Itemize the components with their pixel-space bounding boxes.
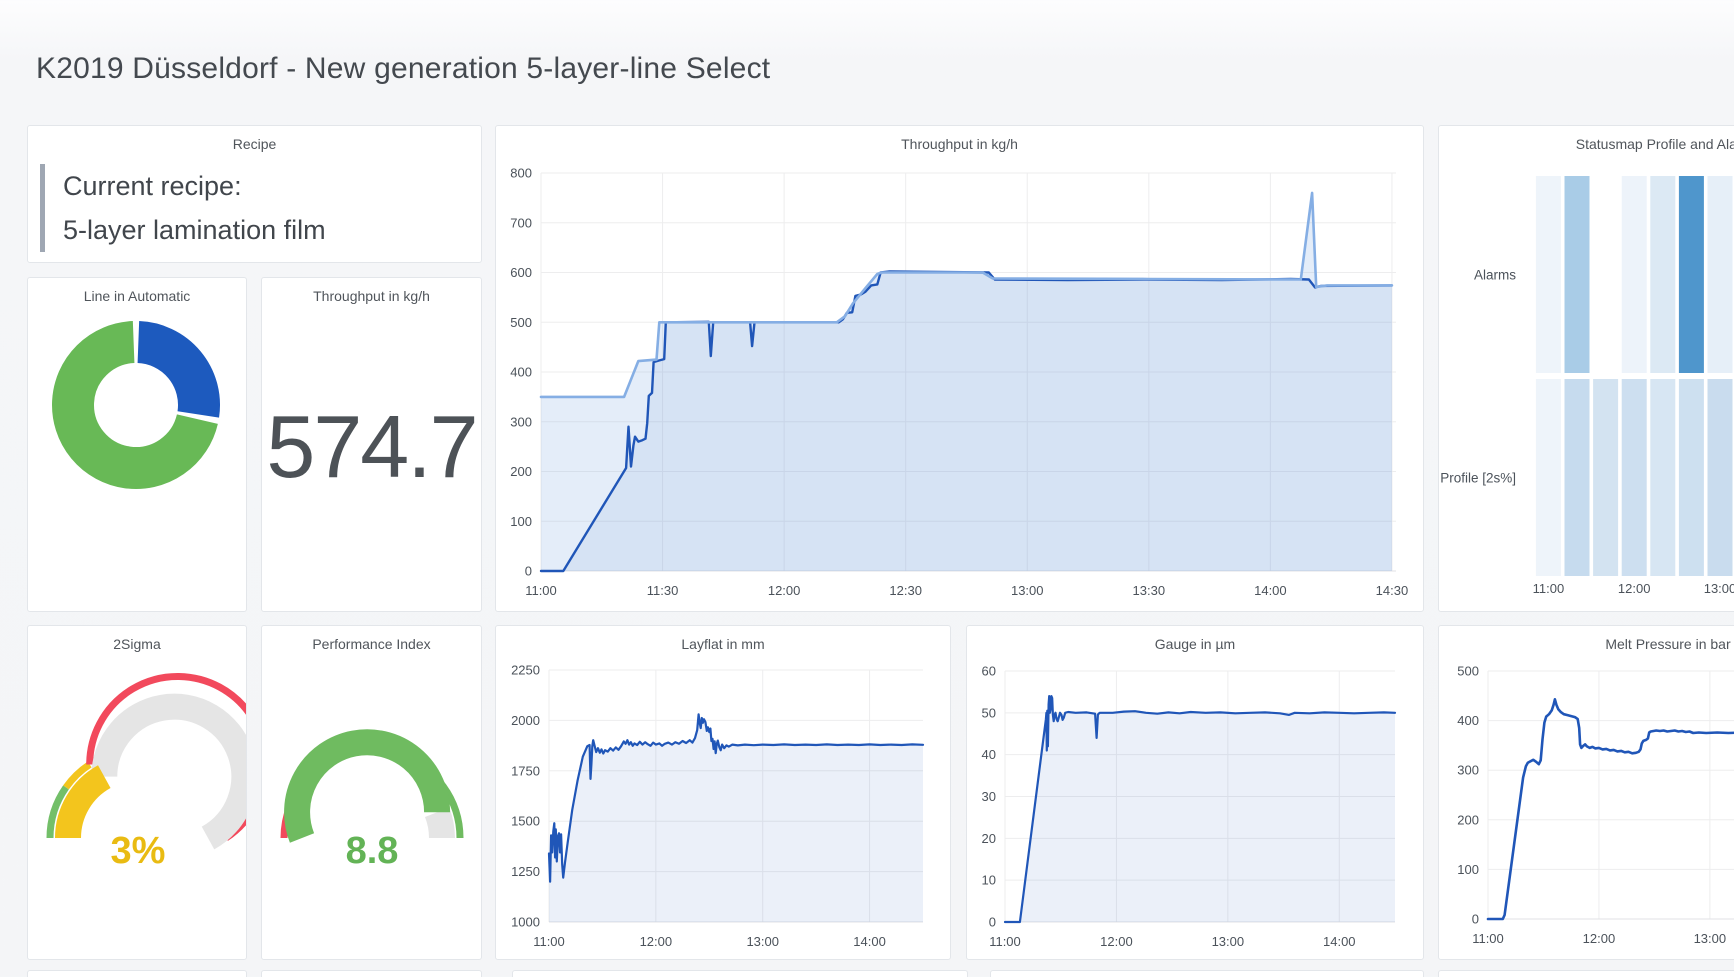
svg-text:2000: 2000 [511, 713, 540, 728]
panel-title-recipe[interactable]: Recipe [28, 136, 481, 152]
svg-text:200: 200 [1457, 812, 1479, 827]
recipe-line-2: 5-layer lamination film [63, 208, 326, 252]
line-in-automatic-donut-chart[interactable] [28, 278, 247, 612]
panel-line-in-automatic: Line in Automatic [27, 277, 247, 612]
gauge-um-timeseries-chart[interactable]: 0 10 20 30 40 50 60 11:00 12:00 13:00 14:00 [967, 626, 1424, 960]
panel-next-row-3 [512, 970, 968, 977]
svg-text:10: 10 [982, 873, 996, 888]
svg-text:11:00: 11:00 [525, 583, 557, 598]
svg-text:100: 100 [1457, 862, 1479, 877]
svg-text:500: 500 [1457, 664, 1479, 679]
svg-text:100: 100 [510, 514, 532, 529]
svg-text:13:00: 13:00 [1694, 931, 1727, 946]
svg-text:13:30: 13:30 [1133, 583, 1166, 598]
throughput-timeseries-chart[interactable]: 0 100 200 300 400 500 600 700 800 11:00 11:30 12:00… [496, 126, 1424, 612]
svg-text:Profile [2s%]: Profile [2s%] [1440, 471, 1516, 486]
svg-text:11:00: 11:00 [1472, 931, 1504, 946]
layflat-timeseries-chart[interactable]: 1000 1250 1500 1750 2000 2250 11:00 12:00 13:00 1… [496, 626, 951, 960]
svg-text:700: 700 [510, 215, 532, 230]
svg-text:500: 500 [510, 315, 532, 330]
svg-text:300: 300 [1457, 763, 1479, 778]
svg-text:13:00: 13:00 [746, 934, 779, 949]
panel-statusmap: Statusmap Profile and Alarms AlarmsProfi… [1438, 125, 1734, 612]
svg-text:14:00: 14:00 [853, 934, 886, 949]
panel-next-row-1 [27, 970, 247, 977]
svg-text:3%: 3% [111, 830, 166, 872]
svg-text:12:00: 12:00 [1100, 934, 1133, 949]
recipe-quote: Current recipe: 5-layer lamination film [40, 164, 326, 252]
panel-title-throughput-stat[interactable]: Throughput in kg/h [262, 288, 481, 304]
svg-text:300: 300 [510, 414, 532, 429]
panel-performance-index: Performance Index 8.8 [261, 625, 482, 960]
svg-text:11:00: 11:00 [989, 934, 1021, 949]
svg-text:12:00: 12:00 [1618, 581, 1651, 596]
dashboard-title: K2019 Düsseldorf - New generation 5-laye… [36, 52, 770, 86]
svg-text:11:30: 11:30 [647, 583, 679, 598]
panel-2sigma: 2Sigma 3% [27, 625, 247, 960]
panel-layflat: Layflat in mm 10001250150017502000225011… [495, 625, 951, 960]
svg-text:50: 50 [982, 705, 996, 720]
svg-text:12:00: 12:00 [640, 934, 673, 949]
panel-throughput-stat: Throughput in kg/h 574.7 [261, 277, 482, 612]
svg-text:11:00: 11:00 [533, 934, 565, 949]
panel-melt-pressure: Melt Pressure in bar 010020030040050011:… [1438, 625, 1734, 960]
svg-text:14:00: 14:00 [1323, 934, 1356, 949]
svg-text:13:00: 13:00 [1704, 581, 1734, 596]
svg-text:12:30: 12:30 [889, 583, 922, 598]
svg-text:Alarms: Alarms [1474, 268, 1516, 283]
svg-text:1500: 1500 [511, 814, 540, 829]
svg-text:13:00: 13:00 [1011, 583, 1044, 598]
svg-text:600: 600 [510, 265, 532, 280]
sigma2-gauge: 3% [28, 626, 247, 960]
svg-text:400: 400 [510, 365, 532, 380]
panel-next-row-5 [1438, 970, 1734, 977]
svg-text:12:00: 12:00 [1583, 931, 1616, 946]
panel-throughput-chart: Throughput in kg/h 010020030040050060070… [495, 125, 1424, 612]
svg-text:2250: 2250 [511, 663, 540, 678]
svg-text:0: 0 [525, 564, 532, 579]
svg-text:14:30: 14:30 [1376, 583, 1409, 598]
svg-text:1250: 1250 [511, 864, 540, 879]
svg-text:1000: 1000 [511, 915, 540, 930]
statusmap-chart[interactable]: Alarms Profile [2s%] 11:00 12:00 13:00 [1439, 126, 1734, 612]
svg-text:0: 0 [989, 915, 996, 930]
svg-text:1750: 1750 [511, 763, 540, 778]
svg-text:12:00: 12:00 [768, 583, 801, 598]
svg-text:40: 40 [982, 747, 996, 762]
throughput-stat-value: 574.7 [262, 396, 481, 506]
recipe-line-1: Current recipe: [63, 164, 326, 208]
svg-text:60: 60 [982, 664, 996, 679]
svg-text:20: 20 [982, 831, 996, 846]
svg-text:8.8: 8.8 [346, 830, 399, 872]
svg-text:30: 30 [982, 789, 996, 804]
svg-text:14:00: 14:00 [1254, 583, 1287, 598]
svg-text:400: 400 [1457, 713, 1479, 728]
performance-index-gauge: 8.8 [262, 626, 482, 960]
melt-pressure-timeseries-chart[interactable]: 010020030040050011:0012:0013:0014:00 [1439, 626, 1734, 960]
svg-text:13:00: 13:00 [1212, 934, 1245, 949]
svg-text:200: 200 [510, 464, 532, 479]
panel-gauge-um: Gauge in µm 010203040506011:0012:0013:00… [966, 625, 1424, 960]
panel-next-row-4 [990, 970, 1424, 977]
panel-recipe: Recipe Current recipe: 5-layer laminatio… [27, 125, 482, 263]
svg-text:11:00: 11:00 [1533, 581, 1565, 596]
svg-text:800: 800 [510, 166, 532, 181]
panel-next-row-2 [261, 970, 482, 977]
svg-text:0: 0 [1472, 912, 1479, 927]
